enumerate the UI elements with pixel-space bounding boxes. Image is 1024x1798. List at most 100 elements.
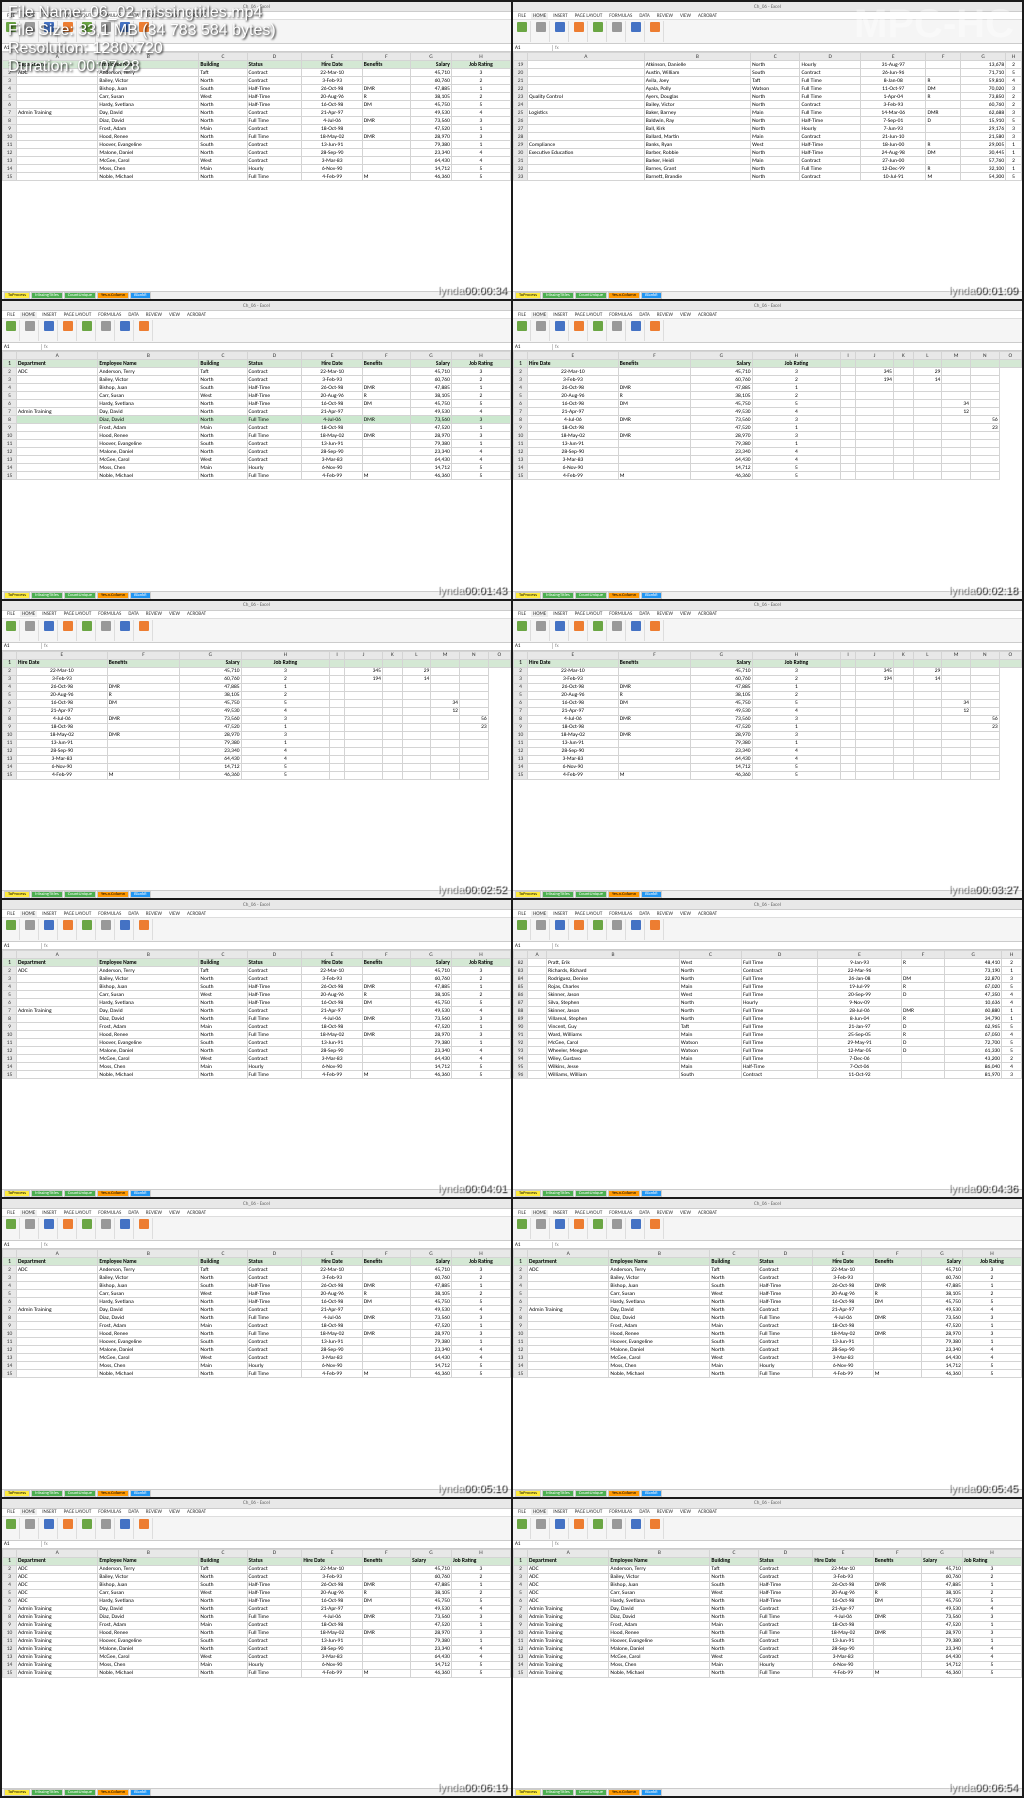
fx-icon[interactable]: fx bbox=[553, 643, 561, 649]
table-row[interactable]: 3ADCBailey, VictorNorthContract3-Feb-936… bbox=[514, 1573, 1022, 1581]
table-row[interactable]: 23Quality ControlAyers, DouglasNorthFull… bbox=[514, 93, 1022, 101]
sheet-tab[interactable]: CountUnique bbox=[575, 1190, 607, 1197]
table-row[interactable]: 1228-Sep-9023,3404 bbox=[514, 448, 1022, 456]
ribbon-icon[interactable] bbox=[517, 920, 527, 930]
table-row[interactable]: 13McGee, CarolWestContract3-Mar-8364,430… bbox=[3, 1354, 511, 1362]
ribbon-tab[interactable]: REVIEW bbox=[144, 611, 164, 617]
ribbon-icon[interactable] bbox=[82, 321, 92, 331]
col-header[interactable]: D bbox=[247, 352, 302, 360]
table-row[interactable]: 918-Oct-9847,520123 bbox=[3, 723, 511, 731]
ribbon-icon[interactable] bbox=[44, 1519, 54, 1529]
ribbon-tab[interactable]: FILE bbox=[516, 611, 528, 617]
table-row[interactable]: 918-Oct-9847,520123 bbox=[514, 723, 1022, 731]
sheet-tab[interactable]: BlankR bbox=[130, 1190, 151, 1197]
ribbon-icon[interactable] bbox=[555, 22, 565, 32]
ribbon-tab[interactable]: VIEW bbox=[167, 1210, 182, 1216]
name-box[interactable]: A1 bbox=[513, 643, 553, 649]
ribbon-icon[interactable] bbox=[593, 321, 603, 331]
spreadsheet-grid[interactable]: ABCDEFGH19Atkinson, DanielleNorthHourly3… bbox=[513, 52, 1022, 181]
sheet-tab[interactable]: MissingTitles bbox=[542, 292, 574, 299]
ribbon-tab[interactable]: FILE bbox=[5, 611, 17, 617]
sheet-tab[interactable]: ToProcess bbox=[515, 1190, 541, 1197]
ribbon-icon[interactable] bbox=[574, 920, 584, 930]
ribbon-tab[interactable]: HOME bbox=[531, 1509, 548, 1515]
table-row[interactable]: 9Frost, AdamMainContract18-Oct-9847,5201 bbox=[3, 125, 511, 133]
ribbon-icon[interactable] bbox=[593, 22, 603, 32]
ribbon-tab[interactable]: VIEW bbox=[678, 312, 693, 318]
ribbon-icon[interactable] bbox=[63, 321, 73, 331]
table-row[interactable]: 15Noble, MichaelNorthFull Time4-Feb-99M4… bbox=[3, 1071, 511, 1079]
table-row[interactable]: 426-Oct-98DMR47,8851 bbox=[514, 384, 1022, 392]
ribbon-tab[interactable]: FORMULAS bbox=[607, 13, 634, 19]
ribbon-tab[interactable]: FORMULAS bbox=[96, 312, 123, 318]
sheet-tabs[interactable]: ToProcessMissingTitlesCountUniqueYes.x.C… bbox=[513, 291, 1022, 299]
col-header[interactable]: B bbox=[98, 352, 199, 360]
ribbon-tab[interactable]: PAGE LAYOUT bbox=[573, 13, 605, 19]
table-row[interactable]: 7Admin TrainingDay, DavidNorthContract21… bbox=[514, 1306, 1022, 1314]
table-row[interactable]: 8Diaz, DavidNorthFull Time4-Jul-06DMR73,… bbox=[3, 117, 511, 125]
ribbon-icon[interactable] bbox=[631, 920, 641, 930]
ribbon-tabs[interactable]: FILEHOMEINSERTPAGE LAYOUTFORMULASDATAREV… bbox=[2, 311, 511, 319]
spreadsheet-grid[interactable]: ABCDEFGH1DepartmentEmployee NameBuilding… bbox=[2, 1549, 511, 1678]
sheet-tab[interactable]: ToProcess bbox=[4, 1789, 30, 1796]
sheet-tab[interactable]: BlankR bbox=[130, 592, 151, 599]
ribbon-icon[interactable] bbox=[536, 621, 546, 631]
ribbon-icon[interactable] bbox=[63, 920, 73, 930]
sheet-tab[interactable]: Yes.x.Column bbox=[97, 1190, 129, 1197]
formula-bar[interactable]: A1fx bbox=[513, 942, 1022, 950]
table-row[interactable]: 10Hood, ReneeNorthFull Time18-May-02DMR2… bbox=[3, 432, 511, 440]
table-row[interactable]: 14Moss, ChenMainHourly6-Nov-9014,7125 bbox=[3, 1063, 511, 1071]
fx-icon[interactable]: fx bbox=[553, 45, 561, 51]
ribbon-tabs[interactable]: FILEHOMEINSERTPAGE LAYOUTFORMULASDATAREV… bbox=[513, 1509, 1022, 1517]
ribbon-tab[interactable]: INSERT bbox=[551, 1509, 569, 1515]
name-box[interactable]: A1 bbox=[513, 344, 553, 350]
sheet-tab[interactable]: MissingTitles bbox=[542, 592, 574, 599]
table-row[interactable]: 29ComplianceBanks, RyanWestHalf-Time18-J… bbox=[514, 141, 1022, 149]
formula-bar[interactable]: A1fx bbox=[2, 1241, 511, 1249]
table-row[interactable]: 15Noble, MichaelNorthFull Time4-Feb-99M4… bbox=[3, 173, 511, 181]
ribbon-tab[interactable]: PAGE LAYOUT bbox=[62, 611, 94, 617]
ribbon-tab[interactable]: HOME bbox=[531, 13, 548, 19]
table-row[interactable]: 15Admin TrainingNoble, MichaelNorthFull … bbox=[514, 1669, 1022, 1677]
sheet-tab[interactable]: MissingTitles bbox=[542, 891, 574, 898]
table-row[interactable]: 12Admin TrainingMalone, DanielNorthContr… bbox=[514, 1645, 1022, 1653]
ribbon-icon[interactable] bbox=[631, 321, 641, 331]
ribbon-icon[interactable] bbox=[612, 22, 622, 32]
ribbon-icon[interactable] bbox=[536, 1219, 546, 1229]
ribbon-icon[interactable] bbox=[650, 1219, 660, 1229]
table-row[interactable]: 91Ward, WilliamsMainFull Time25-Sep-05R6… bbox=[514, 1031, 1022, 1039]
ribbon-icon[interactable] bbox=[536, 1519, 546, 1529]
ribbon-icon[interactable] bbox=[517, 1519, 527, 1529]
ribbon-tab[interactable]: FORMULAS bbox=[96, 911, 123, 917]
table-row[interactable]: 2ADCAnderson, TerryTaftContract22-Mar-10… bbox=[3, 1565, 511, 1573]
table-row[interactable]: 6Hardy, SvetlanaNorthHalf-Time16-Oct-98D… bbox=[3, 1298, 511, 1306]
ribbon-icon[interactable] bbox=[139, 321, 149, 331]
table-row[interactable]: 426-Oct-98DMR47,8851 bbox=[3, 683, 511, 691]
sheet-tab[interactable]: BlankR bbox=[641, 891, 662, 898]
ribbon-tab[interactable]: FILE bbox=[5, 312, 17, 318]
ribbon-tabs[interactable]: FILEHOMEINSERTPAGE LAYOUTFORMULASDATAREV… bbox=[2, 910, 511, 918]
fx-icon[interactable]: fx bbox=[42, 943, 50, 949]
table-row[interactable]: 154-Feb-99M46,3605 bbox=[514, 472, 1022, 480]
formula-bar[interactable]: A1fx bbox=[2, 1541, 511, 1549]
table-row[interactable]: 4ADCBishop, JuanSouthHalf-Time26-Oct-98D… bbox=[514, 1581, 1022, 1589]
col-header[interactable]: D bbox=[247, 1250, 302, 1258]
ribbon-tab[interactable]: REVIEW bbox=[144, 312, 164, 318]
table-row[interactable]: 21Avila, JoeyTaftFull Time8-Jan-08R59,81… bbox=[514, 77, 1022, 85]
table-row[interactable]: 95Wilkins, JesseMainHalf-Time7-Oct-0686,… bbox=[514, 1063, 1022, 1071]
table-row[interactable]: 1DepartmentEmployee NameBuildingStatusHi… bbox=[514, 1258, 1022, 1266]
table-row[interactable]: 146-Nov-9014,7125 bbox=[3, 763, 511, 771]
spreadsheet-grid[interactable]: ABCDEFGH1DepartmentEmployee NameBuilding… bbox=[2, 950, 511, 1079]
sheet-tab[interactable]: Yes.x.Column bbox=[97, 891, 129, 898]
table-row[interactable]: 8Admin TrainingDiaz, DavidNorthFull Time… bbox=[3, 1613, 511, 1621]
sheet-tabs[interactable]: ToProcessMissingTitlesCountUniqueYes.x.C… bbox=[513, 1788, 1022, 1796]
ribbon-tab[interactable]: INSERT bbox=[551, 13, 569, 19]
sheet-tab[interactable]: MissingTitles bbox=[31, 292, 63, 299]
ribbon-tab[interactable]: INSERT bbox=[40, 1210, 58, 1216]
table-row[interactable]: 85Rojas, CharlesMainFull Time19-Jul-99R6… bbox=[514, 983, 1022, 991]
ribbon-tab[interactable]: DATA bbox=[126, 1210, 140, 1216]
table-row[interactable]: 33-Feb-9360,760219414 bbox=[514, 675, 1022, 683]
sheet-tab[interactable]: Yes.x.Column bbox=[608, 592, 640, 599]
ribbon-tab[interactable]: INSERT bbox=[40, 611, 58, 617]
fx-icon[interactable]: fx bbox=[42, 1541, 50, 1547]
